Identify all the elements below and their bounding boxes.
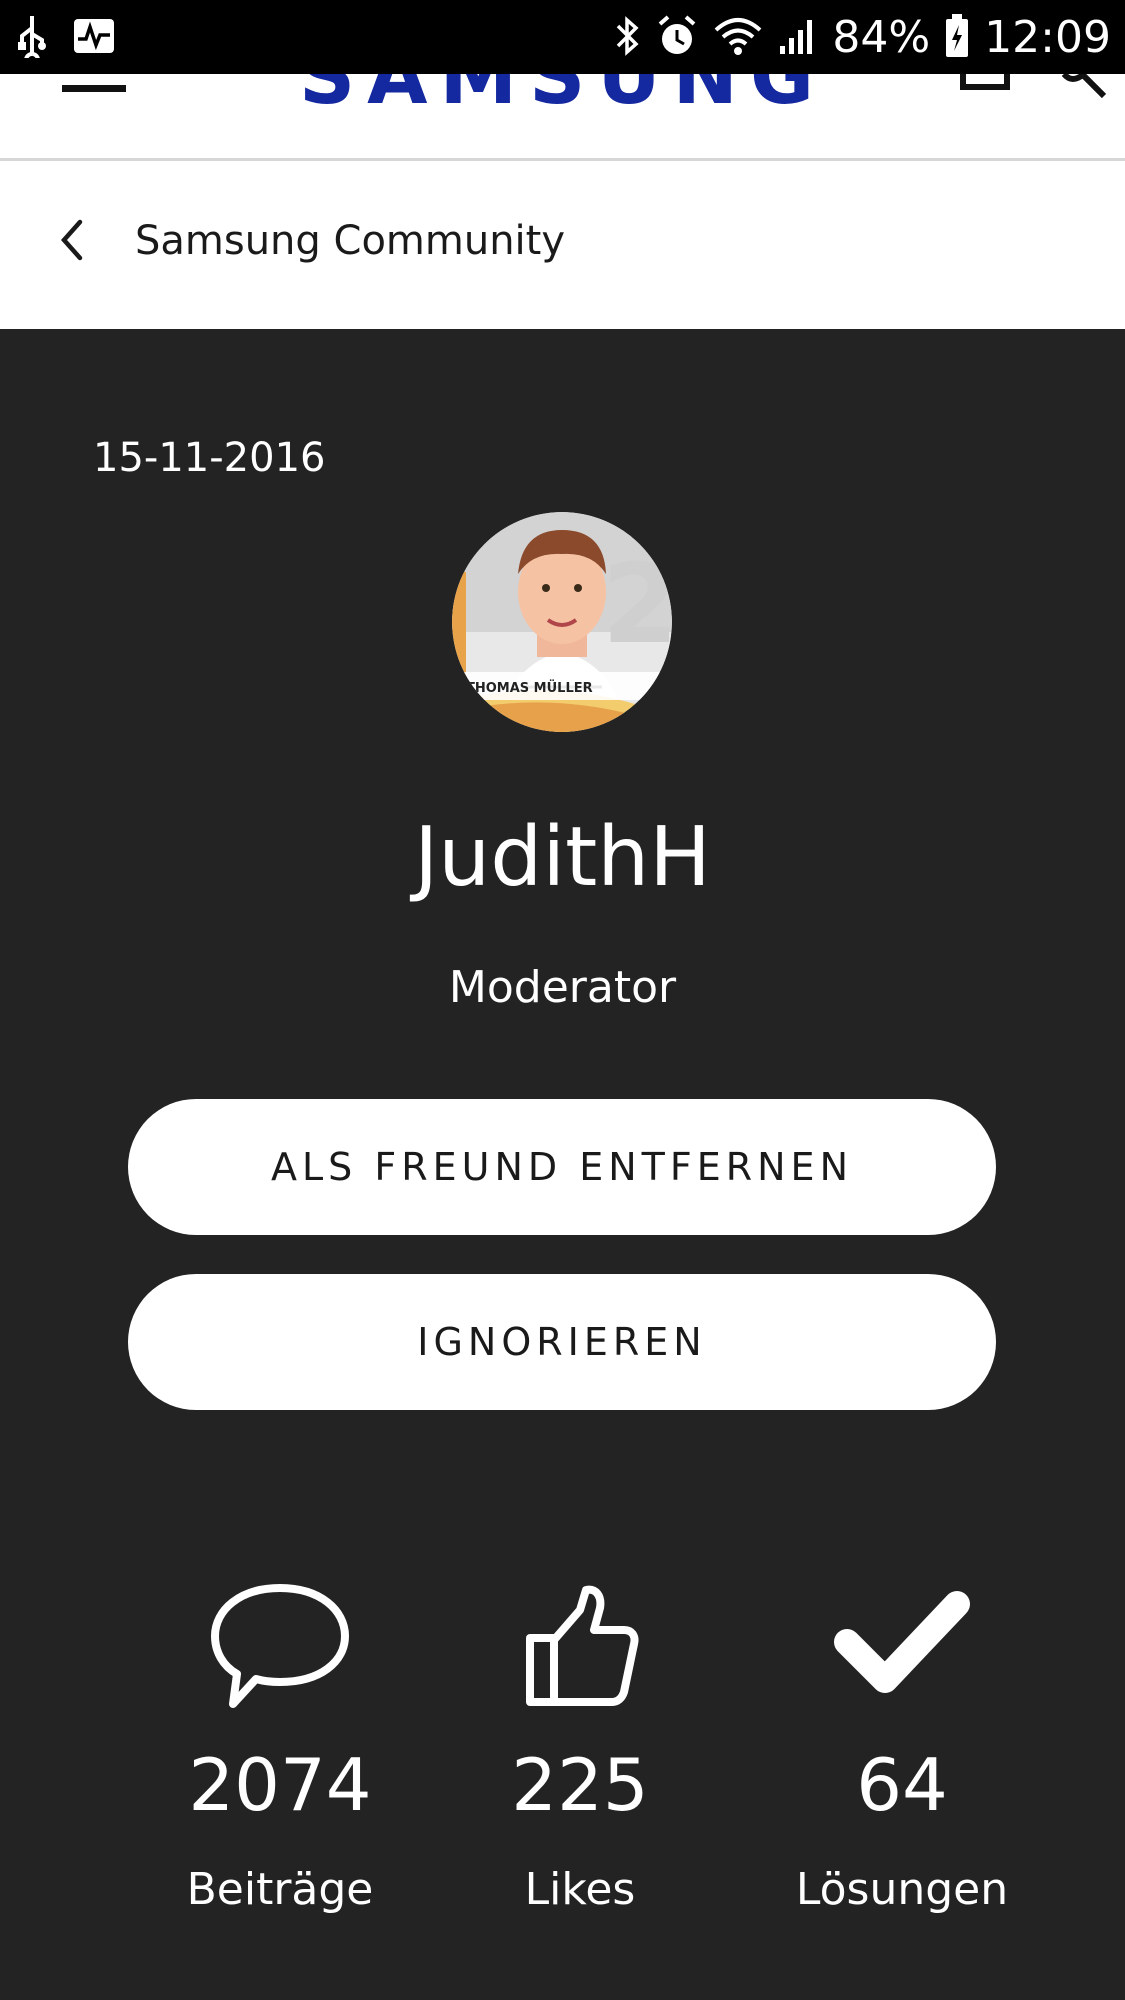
likes-count: 225 bbox=[511, 1743, 649, 1827]
stat-likes: 225 Likes bbox=[430, 1580, 730, 1915]
search-icon[interactable] bbox=[1061, 74, 1122, 114]
status-left-icons bbox=[14, 14, 116, 68]
svg-text:20: 20 bbox=[602, 540, 672, 668]
posts-count: 2074 bbox=[188, 1743, 372, 1827]
wifi-icon bbox=[712, 14, 764, 62]
bluetooth-icon bbox=[612, 14, 642, 62]
user-role: Moderator bbox=[448, 962, 677, 1013]
back-chevron-icon[interactable] bbox=[56, 218, 86, 262]
stat-posts: 2074 Beiträge bbox=[130, 1580, 430, 1915]
signal-icon bbox=[778, 14, 818, 62]
speech-bubble-icon bbox=[130, 1580, 430, 1716]
clock: 12:09 bbox=[984, 12, 1111, 63]
checkmark-icon bbox=[752, 1580, 1052, 1716]
likes-label: Likes bbox=[524, 1864, 636, 1915]
join-date: 15-11-2016 bbox=[93, 435, 326, 481]
posts-label: Beiträge bbox=[186, 1864, 374, 1915]
status-right-icons: 84% 12:09 bbox=[612, 10, 1111, 66]
usb-icon bbox=[14, 14, 50, 68]
alarm-icon bbox=[656, 14, 698, 62]
site-header: SAMSUNG bbox=[0, 74, 1125, 161]
breadcrumb-link[interactable]: Samsung Community bbox=[135, 215, 565, 267]
list-icon[interactable] bbox=[960, 74, 1010, 90]
stat-solutions: 64 Lösungen bbox=[752, 1580, 1052, 1915]
samsung-logo[interactable]: SAMSUNG bbox=[0, 74, 1125, 122]
battery-percentage: 84% bbox=[832, 12, 931, 63]
status-bar: 84% 12:09 bbox=[0, 0, 1125, 74]
thumbs-up-icon bbox=[430, 1580, 730, 1716]
activity-icon bbox=[72, 17, 116, 59]
remove-friend-button[interactable]: ALS FREUND ENTFERNEN bbox=[128, 1099, 996, 1235]
username: JudithH bbox=[414, 810, 711, 905]
solutions-label: Lösungen bbox=[795, 1864, 1009, 1915]
avatar-caption: THOMAS MÜLLER bbox=[466, 680, 593, 696]
battery-icon bbox=[944, 13, 970, 63]
avatar: 20 THOMAS MÜLLER bbox=[452, 512, 672, 732]
ignore-button[interactable]: IGNORIEREN bbox=[128, 1274, 996, 1410]
solutions-count: 64 bbox=[856, 1743, 948, 1827]
